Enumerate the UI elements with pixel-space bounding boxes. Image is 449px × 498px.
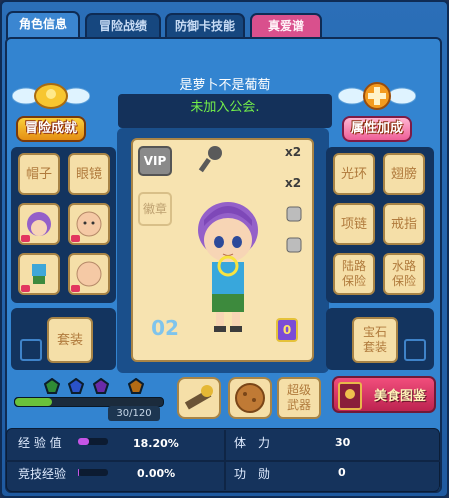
stamina-label: 体 力 xyxy=(234,436,271,450)
glasses-slot[interactable]: 眼镜 xyxy=(68,153,110,195)
water-insurance-label: 水路 保险 xyxy=(391,259,416,288)
stamina-value: 30 xyxy=(335,436,351,449)
land-insurance-slot[interactable]: 陆路 保险 xyxy=(333,253,375,295)
hair-slot[interactable] xyxy=(18,203,60,245)
super-weapon-label: 超级 武器 xyxy=(286,383,311,412)
stats-divider xyxy=(6,460,440,462)
wings-slot-label: 翅膀 xyxy=(390,166,417,182)
player-name: 是萝卜不是葡萄 xyxy=(179,78,271,93)
winged-crown-icon xyxy=(12,83,90,109)
exp-bar xyxy=(78,438,108,445)
glasses-slot-label: 眼镜 xyxy=(75,166,102,182)
competition-exp-fill xyxy=(78,469,80,476)
tab-label: 冒险战绩 xyxy=(98,19,147,33)
tab-label: 真爱谱 xyxy=(267,19,304,33)
land-insurance-label: 陆路 保险 xyxy=(341,259,366,288)
lock-icon xyxy=(21,235,30,242)
super-weapon-slot[interactable]: 超级 武器 xyxy=(277,377,321,419)
cookie-item-slot[interactable] xyxy=(228,377,272,419)
exp-value: 18.20% xyxy=(133,437,179,450)
purple-gem-icon[interactable] xyxy=(93,378,109,395)
water-insurance-slot[interactable]: 水路 保险 xyxy=(383,253,425,295)
exp-label: 经 验 值 xyxy=(18,436,62,450)
outfit-slot[interactable] xyxy=(18,253,60,295)
emblem-slot[interactable]: 徽章 xyxy=(138,192,172,226)
attribute-bonus-label: 属性加成 xyxy=(342,116,412,142)
adventure-achievement-badge[interactable]: 冒险成就 xyxy=(12,80,90,142)
suit-slot-label: 套装 xyxy=(56,332,83,348)
necklace-slot[interactable]: 项链 xyxy=(333,203,375,245)
tab-true-love[interactable]: 真爱谱 xyxy=(250,13,322,38)
gem-suit-slot[interactable]: 宝石 套装 xyxy=(352,317,398,363)
tab-defense-card-skills[interactable]: 防御卡技能 xyxy=(165,13,245,38)
cookie-icon xyxy=(235,383,265,413)
gem-suit-label: 宝石 套装 xyxy=(362,325,387,354)
lock-icon xyxy=(71,285,80,292)
level-badge: 02 xyxy=(151,316,179,340)
tab-adventure-record[interactable]: 冒险战绩 xyxy=(85,13,161,38)
food-guide-label: 美食图鉴 xyxy=(373,389,426,404)
competition-exp-bar xyxy=(78,469,108,476)
weapon-item-slot[interactable] xyxy=(177,377,221,419)
hat-slot[interactable]: 帽子 xyxy=(18,153,60,195)
double-exp-icon[interactable]: x2 xyxy=(285,145,311,167)
aura-slot[interactable]: 光环 xyxy=(333,153,375,195)
vip-badge[interactable]: VIP xyxy=(138,146,172,176)
bottle-icon[interactable] xyxy=(282,203,306,225)
stats-divider xyxy=(224,430,226,490)
lock-icon xyxy=(21,285,30,292)
blue-gem-icon[interactable] xyxy=(68,378,84,395)
green-gem-icon[interactable] xyxy=(44,378,60,395)
merit-label: 功 勋 xyxy=(234,467,271,481)
wings-slot[interactable]: 翅膀 xyxy=(383,153,425,195)
level-progress-text: 30/120 xyxy=(108,406,160,421)
suit-slot[interactable]: 套装 xyxy=(47,317,93,363)
food-guide-button[interactable]: 美食图鉴 xyxy=(332,376,436,413)
adventure-achievement-label: 冒险成就 xyxy=(16,116,86,142)
pet-key-icon[interactable] xyxy=(197,144,225,174)
bottle-icon[interactable] xyxy=(282,234,306,256)
hat-slot-label: 帽子 xyxy=(25,166,52,182)
tab-character-info[interactable]: 角色信息 xyxy=(6,11,80,39)
merit-value: 0 xyxy=(338,466,346,479)
lock-icon xyxy=(71,235,80,242)
attribute-bonus-badge[interactable]: 属性加成 xyxy=(338,80,416,142)
face-slot[interactable] xyxy=(68,203,110,245)
competition-exp-label: 竞技经验 xyxy=(18,467,67,481)
ring-slot-label: 戒指 xyxy=(390,216,417,232)
horn-weapon-icon xyxy=(184,385,213,410)
suit-toggle-right[interactable] xyxy=(404,339,426,361)
food-book-icon xyxy=(338,382,362,410)
guild-status: 未加入公会. xyxy=(190,100,260,115)
rank-badge: 0 xyxy=(276,318,298,342)
aura-slot-label: 光环 xyxy=(340,166,367,182)
body-slot[interactable] xyxy=(68,253,110,295)
double-gold-icon[interactable]: x2 xyxy=(285,176,311,198)
necklace-slot-label: 项链 xyxy=(340,216,367,232)
tab-label: 防御卡技能 xyxy=(174,19,235,33)
orange-gem-icon[interactable] xyxy=(128,378,144,395)
winged-plus-icon xyxy=(338,82,416,110)
character-avatar xyxy=(198,202,258,332)
tab-label: 角色信息 xyxy=(18,17,67,31)
competition-exp-value: 0.00% xyxy=(137,467,176,480)
level-progress-fill xyxy=(15,398,52,406)
exp-bar-fill xyxy=(78,438,89,445)
ring-slot[interactable]: 戒指 xyxy=(383,203,425,245)
suit-toggle-left[interactable] xyxy=(20,339,42,361)
